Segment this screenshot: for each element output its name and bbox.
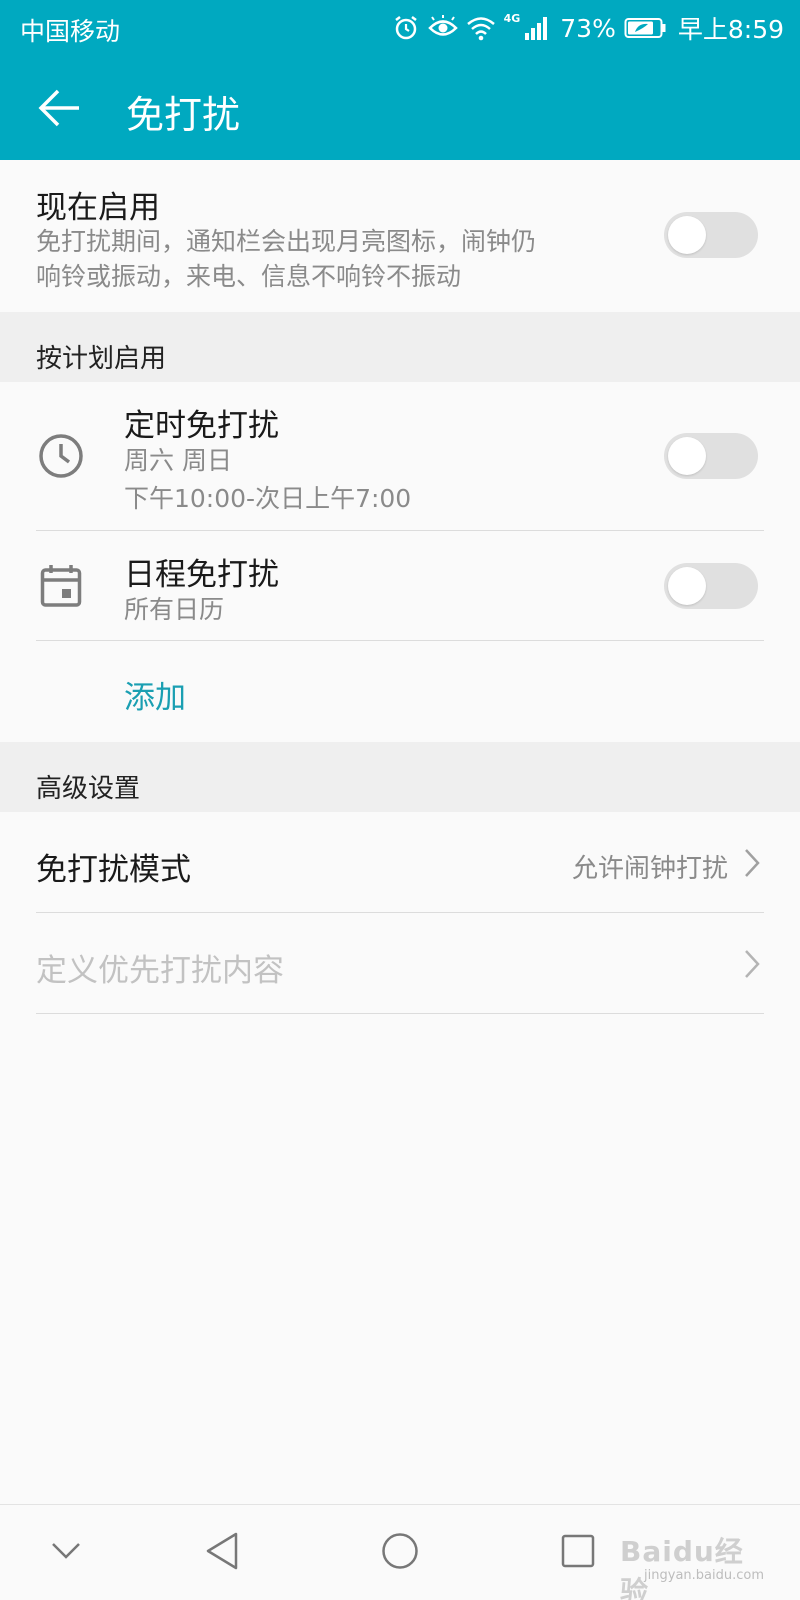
status-icons: 4G 73% 早上8:59 bbox=[392, 10, 784, 46]
carrier-name: 中国移动 bbox=[20, 17, 121, 46]
timed-dnd-toggle[interactable] bbox=[664, 433, 758, 479]
header: 中国移动 4G 73% 早上8:59 免打扰 bbox=[0, 0, 800, 160]
wifi-icon bbox=[466, 15, 496, 41]
clock-icon bbox=[38, 433, 84, 483]
add-schedule-button[interactable]: 添加 bbox=[124, 672, 186, 717]
home-circle-icon bbox=[381, 1532, 419, 1574]
clock: 早上8:59 bbox=[677, 15, 784, 44]
calendar-dnd-row[interactable]: 日程免打扰 所有日历 bbox=[0, 531, 800, 640]
dnd-mode-title: 免打扰模式 bbox=[36, 852, 191, 888]
calendar-dnd-toggle[interactable] bbox=[664, 563, 758, 609]
divider bbox=[36, 1013, 764, 1014]
dnd-mode-row[interactable]: 免打扰模式 允许闹钟打扰 bbox=[0, 812, 800, 912]
timed-dnd-title: 定时免打扰 bbox=[124, 408, 279, 444]
chevron-right-icon bbox=[744, 949, 760, 983]
collapse-chevron-icon bbox=[51, 1542, 81, 1564]
app-bar: 免打扰 bbox=[0, 56, 800, 160]
calendar-icon bbox=[40, 564, 82, 612]
alarm-icon bbox=[392, 14, 420, 42]
chevron-right-icon bbox=[744, 848, 760, 882]
timed-dnd-time-range: 下午10:00-次日上午7:00 bbox=[124, 484, 412, 513]
enable-now-row[interactable]: 现在启用 免打扰期间，通知栏会出现月亮图标，闹钟仍 响铃或振动，来电、信息不响铃… bbox=[0, 160, 800, 312]
priority-content-row[interactable]: 定义优先打扰内容 bbox=[0, 913, 800, 1013]
arrow-left-icon bbox=[38, 88, 82, 132]
signal-icon bbox=[524, 15, 550, 41]
network-type-label: 4G bbox=[503, 11, 521, 25]
watermark: Baidu经验 jingyan.baidu.com bbox=[620, 1524, 780, 1600]
nav-recents-button[interactable] bbox=[548, 1525, 608, 1581]
toggle-knob bbox=[668, 567, 706, 605]
enable-now-title: 现在启用 bbox=[36, 190, 160, 226]
collapse-nav-button[interactable] bbox=[36, 1525, 96, 1581]
calendar-dnd-title: 日程免打扰 bbox=[124, 557, 279, 593]
back-button[interactable] bbox=[28, 78, 92, 142]
priority-content-title: 定义优先打扰内容 bbox=[36, 953, 284, 989]
eye-comfort-icon bbox=[427, 15, 458, 41]
advanced-section-header: 高级设置 bbox=[0, 742, 800, 812]
watermark-url: jingyan.baidu.com bbox=[644, 1568, 764, 1583]
enable-now-description-line1: 免打扰期间，通知栏会出现月亮图标，闹钟仍 bbox=[36, 227, 537, 256]
enable-now-description-line2: 响铃或振动，来电、信息不响铃不振动 bbox=[36, 262, 462, 291]
section-title: 按计划启用 bbox=[36, 344, 167, 374]
nav-home-button[interactable] bbox=[370, 1525, 430, 1581]
toggle-knob bbox=[668, 216, 706, 254]
battery-percent: 73% bbox=[560, 13, 616, 43]
toggle-knob bbox=[668, 437, 706, 475]
section-title: 高级设置 bbox=[36, 774, 141, 804]
recents-square-icon bbox=[561, 1534, 595, 1572]
calendar-dnd-subtitle: 所有日历 bbox=[124, 595, 225, 624]
back-triangle-icon bbox=[205, 1532, 239, 1574]
battery-icon bbox=[624, 16, 666, 40]
dnd-mode-value: 允许闹钟打扰 bbox=[571, 854, 728, 884]
status-bar: 中国移动 4G 73% 早上8:59 bbox=[0, 0, 800, 56]
schedule-section-header: 按计划启用 bbox=[0, 312, 800, 382]
add-schedule-row: 添加 bbox=[0, 641, 800, 742]
enable-now-toggle[interactable] bbox=[664, 212, 758, 258]
timed-dnd-days: 周六 周日 bbox=[124, 446, 232, 475]
page-title: 免打扰 bbox=[126, 93, 241, 137]
timed-dnd-row[interactable]: 定时免打扰 周六 周日 下午10:00-次日上午7:00 bbox=[0, 382, 800, 530]
watermark-brand: Baidu经验 bbox=[620, 1535, 744, 1600]
nav-back-button[interactable] bbox=[192, 1525, 252, 1581]
